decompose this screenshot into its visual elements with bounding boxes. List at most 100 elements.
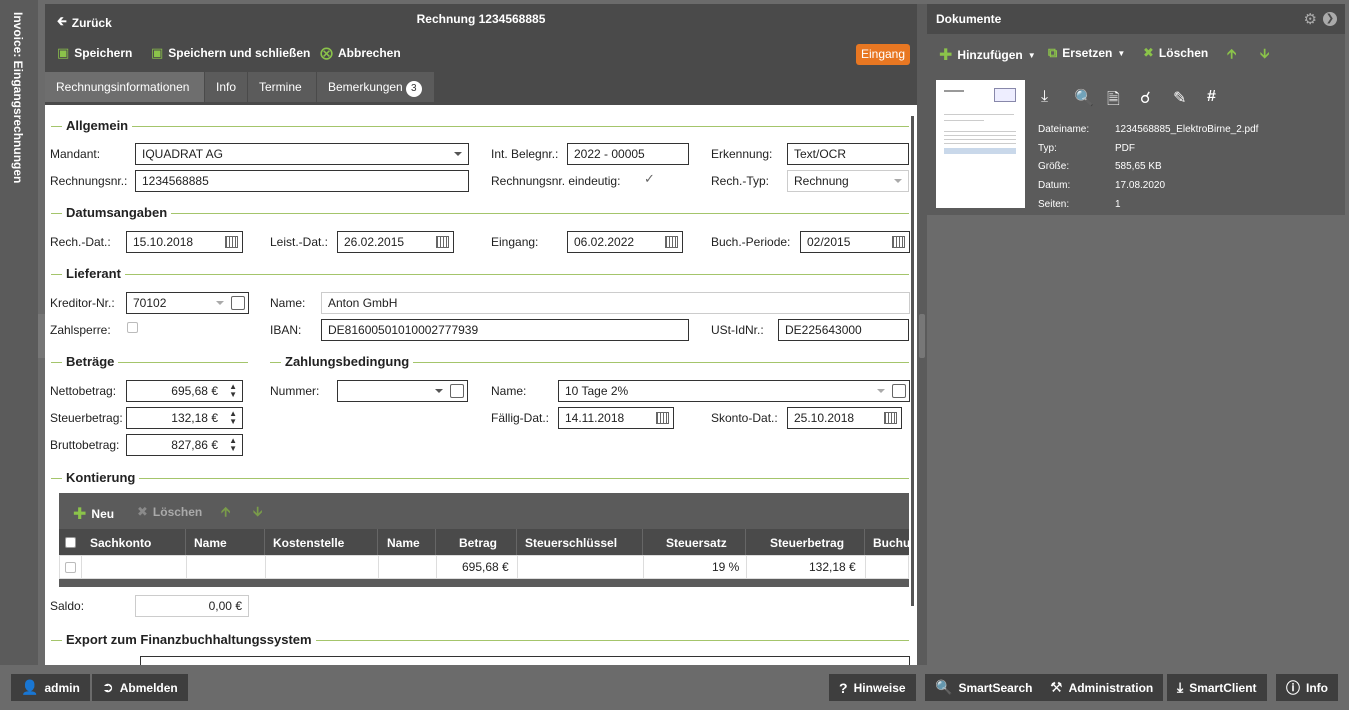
logout-button[interactable]: ➲ Abmelden <box>92 674 188 701</box>
lookup-icon[interactable] <box>231 296 245 310</box>
splitter-grip[interactable] <box>919 314 925 358</box>
status-badge: Eingang <box>856 44 910 65</box>
skonto-date-field[interactable]: 25.10.2018 <box>787 407 902 429</box>
smartsearch-button[interactable]: 🔍 SmartSearch <box>925 674 1043 701</box>
eingang-date-field[interactable]: 06.02.2022 <box>567 231 683 253</box>
pencil-icon[interactable]: ✎ <box>1173 88 1186 108</box>
col-buchung[interactable]: Buchu <box>873 536 910 550</box>
erkennung-field[interactable]: Text/OCR <box>787 143 909 165</box>
zahlung-name-select[interactable]: 10 Tage 2% <box>558 380 910 402</box>
calendar-icon[interactable] <box>884 412 897 424</box>
buchperiode-label: Buch.-Periode: <box>711 235 791 249</box>
document-thumbnail[interactable] <box>936 80 1025 208</box>
col-name[interactable]: Name <box>194 536 227 550</box>
panel-splitter[interactable] <box>917 4 927 665</box>
iban-field[interactable]: DE81600501010002777939 <box>321 319 689 341</box>
document-up-button[interactable]: 🡩 <box>1227 45 1236 67</box>
grid-new-button[interactable]: ✚ Neu <box>73 504 114 524</box>
spinner-icon[interactable]: ▲ ▼ <box>229 437 237 453</box>
cell-divider <box>865 556 866 578</box>
calendar-icon[interactable] <box>225 236 238 248</box>
gear-icon[interactable]: ⚙ <box>1304 10 1317 28</box>
meta-size-value: 585,65 KB <box>1115 161 1162 172</box>
lieferant-name-field[interactable]: Anton GmbH <box>321 292 910 314</box>
export-field[interactable] <box>140 656 910 665</box>
grid-footer <box>59 579 909 587</box>
download-icon[interactable]: ⤓ <box>1041 88 1048 106</box>
col-betrag[interactable]: Betrag <box>459 536 497 550</box>
grid-move-down-button[interactable]: 🡫 <box>253 503 262 525</box>
spinner-icon[interactable]: ▲ ▼ <box>229 383 237 399</box>
select-all-checkbox[interactable] <box>65 537 76 548</box>
zahlsperre-checkbox[interactable] <box>127 322 138 333</box>
save-and-close-button[interactable]: ▣ Speichern und schließen <box>151 45 310 61</box>
calendar-icon[interactable] <box>665 236 678 248</box>
delete-document-button[interactable]: ✖ Löschen <box>1143 45 1208 61</box>
col-steuerbetrag[interactable]: Steuerbetrag <box>770 536 844 550</box>
hash-icon[interactable]: # <box>1207 88 1216 106</box>
col-kostenstelle[interactable]: Kostenstelle <box>273 536 344 550</box>
lookup-icon[interactable] <box>892 384 906 398</box>
col-steuerschluessel[interactable]: Steuerschlüssel <box>525 536 617 550</box>
col-divider <box>264 529 265 555</box>
tab-info[interactable]: Info <box>205 72 247 102</box>
rechnungsnr-field[interactable]: 1234568885 <box>135 170 469 192</box>
share-icon[interactable]: ☌ <box>1140 88 1151 108</box>
replace-document-button[interactable]: ⧉ Ersetzen ▼ <box>1048 45 1125 61</box>
faellig-date-field[interactable]: 14.11.2018 <box>558 407 674 429</box>
module-vertical-title[interactable]: Invoice: Eingangsrechnungen <box>11 12 25 183</box>
kreditor-select[interactable]: 70102 <box>126 292 249 314</box>
preview-icon[interactable]: 🔍 <box>1074 88 1094 108</box>
rechtyp-label: Rech.-Typ: <box>711 174 770 188</box>
lookup-icon[interactable] <box>450 384 464 398</box>
row-checkbox[interactable] <box>65 562 76 573</box>
chevron-down-icon <box>216 301 224 305</box>
tab-termine[interactable]: Termine <box>248 72 316 102</box>
page-title: Rechnung 1234568885 <box>416 12 546 26</box>
cancel-button[interactable]: ⨂ Abbrechen <box>320 45 401 61</box>
arrow-down-icon: 🡫 <box>1260 46 1270 61</box>
administration-button[interactable]: ⚒ Administration <box>1040 674 1164 701</box>
calendar-icon[interactable] <box>656 412 669 424</box>
rechtyp-select[interactable]: Rechnung <box>787 170 909 192</box>
eindeutig-checkbox[interactable]: ✓ <box>644 171 655 187</box>
chevron-right-icon[interactable]: ❯ <box>1323 12 1337 26</box>
col-sachkonto[interactable]: Sachkonto <box>90 536 151 550</box>
user-button[interactable]: 👤 admin <box>11 674 90 701</box>
grid-delete-button[interactable]: ✖ Löschen <box>137 504 202 520</box>
steuer-stepper[interactable]: 132,18 € ▲ ▼ <box>126 407 243 429</box>
rechnungsnr-label: Rechnungsnr.: <box>50 174 128 188</box>
rechdat-date-field[interactable]: 15.10.2018 <box>126 231 243 253</box>
spinner-icon[interactable]: ▲ ▼ <box>229 410 237 426</box>
ust-field[interactable]: DE225643000 <box>778 319 909 341</box>
iban-label: IBAN: <box>270 323 302 337</box>
belegnr-field[interactable]: 2022 - 00005 <box>567 143 689 165</box>
tab-bemerkungen[interactable]: Bemerkungen 3 <box>317 72 434 102</box>
zahlung-nummer-select[interactable] <box>337 380 468 402</box>
section-title-allgemein: Allgemein <box>62 118 133 133</box>
brutto-stepper[interactable]: 827,86 € ▲ ▼ <box>126 434 243 456</box>
info-button[interactable]: ⓘ Info <box>1276 674 1338 701</box>
calendar-icon[interactable] <box>892 236 905 248</box>
leistdat-date-field[interactable]: 26.02.2015 <box>337 231 454 253</box>
ust-label: USt-IdNr.: <box>711 323 764 337</box>
hints-button[interactable]: ? Hinweise <box>829 674 916 701</box>
document-icon[interactable]: 🗎 <box>1107 88 1120 115</box>
add-document-button[interactable]: ✚ Hinzufügen ▼ <box>939 45 1036 65</box>
col-name-2[interactable]: Name <box>387 536 420 550</box>
mandant-select[interactable]: IQUADRAT AG <box>135 143 469 165</box>
netto-stepper[interactable]: 695,68 € ▲ ▼ <box>126 380 243 402</box>
table-row[interactable]: 695,68 € 19 % 132,18 € <box>59 555 909 579</box>
calendar-icon[interactable] <box>436 236 449 248</box>
save-button[interactable]: ▣ Speichern <box>57 45 132 61</box>
search-icon: 🔍 <box>935 679 953 695</box>
grid-move-up-button[interactable]: 🡩 <box>221 503 230 525</box>
col-steuersatz[interactable]: Steuersatz <box>666 536 727 550</box>
tab-rechnungsinformationen[interactable]: Rechnungsinformationen <box>45 72 204 102</box>
buchperiode-field[interactable]: 02/2015 <box>800 231 910 253</box>
document-down-button[interactable]: 🡫 <box>1260 45 1269 67</box>
form-scrollbar[interactable] <box>911 116 914 606</box>
smartclient-button[interactable]: ⤓ SmartClient <box>1167 674 1267 701</box>
left-collapse-handle[interactable] <box>38 314 45 358</box>
cell-divider <box>746 556 747 578</box>
